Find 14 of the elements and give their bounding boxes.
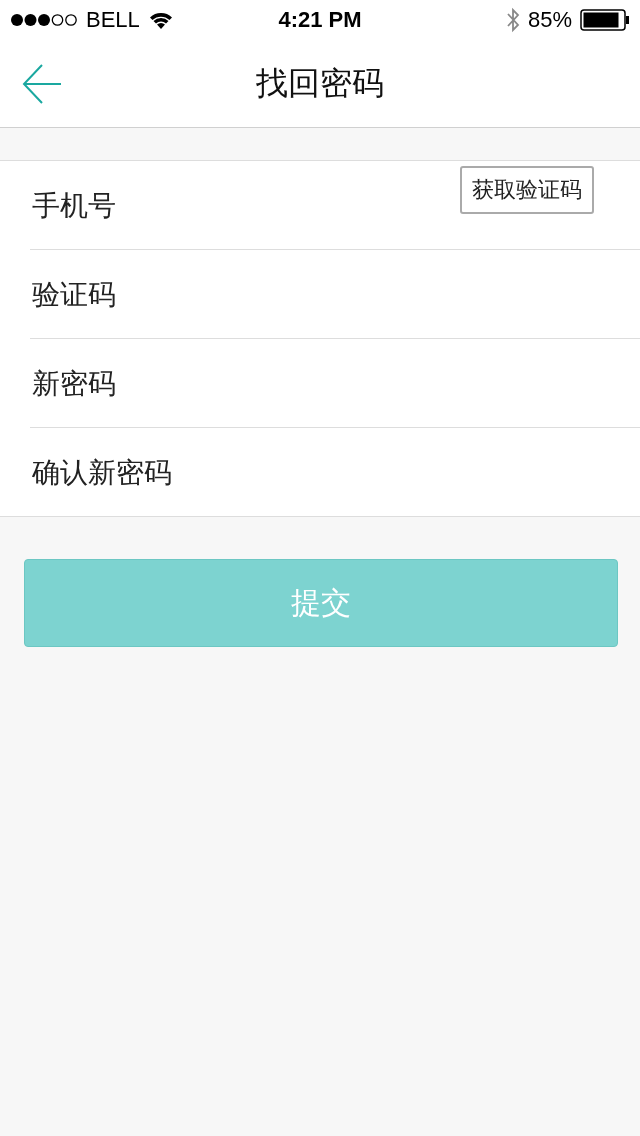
bluetooth-icon: [505, 7, 520, 33]
text-input[interactable]: 确认新密码: [30, 447, 594, 497]
battery-percent: 85%: [527, 7, 572, 33]
back-arrow-icon: [22, 64, 62, 104]
text-input[interactable]: 验证码: [30, 269, 594, 319]
status-time: 4:21 PM: [278, 7, 362, 33]
get-code-button[interactable]: 获取验证码: [460, 166, 594, 214]
wifi-icon: [147, 10, 174, 30]
page-title: 找回密码: [256, 62, 384, 104]
signal-icon: [10, 13, 78, 27]
text-input[interactable]: 新密码: [30, 358, 594, 408]
text-input[interactable]: 手机号: [30, 180, 460, 230]
carrier-name: BELL: [86, 7, 140, 33]
battery-icon: [580, 9, 630, 31]
